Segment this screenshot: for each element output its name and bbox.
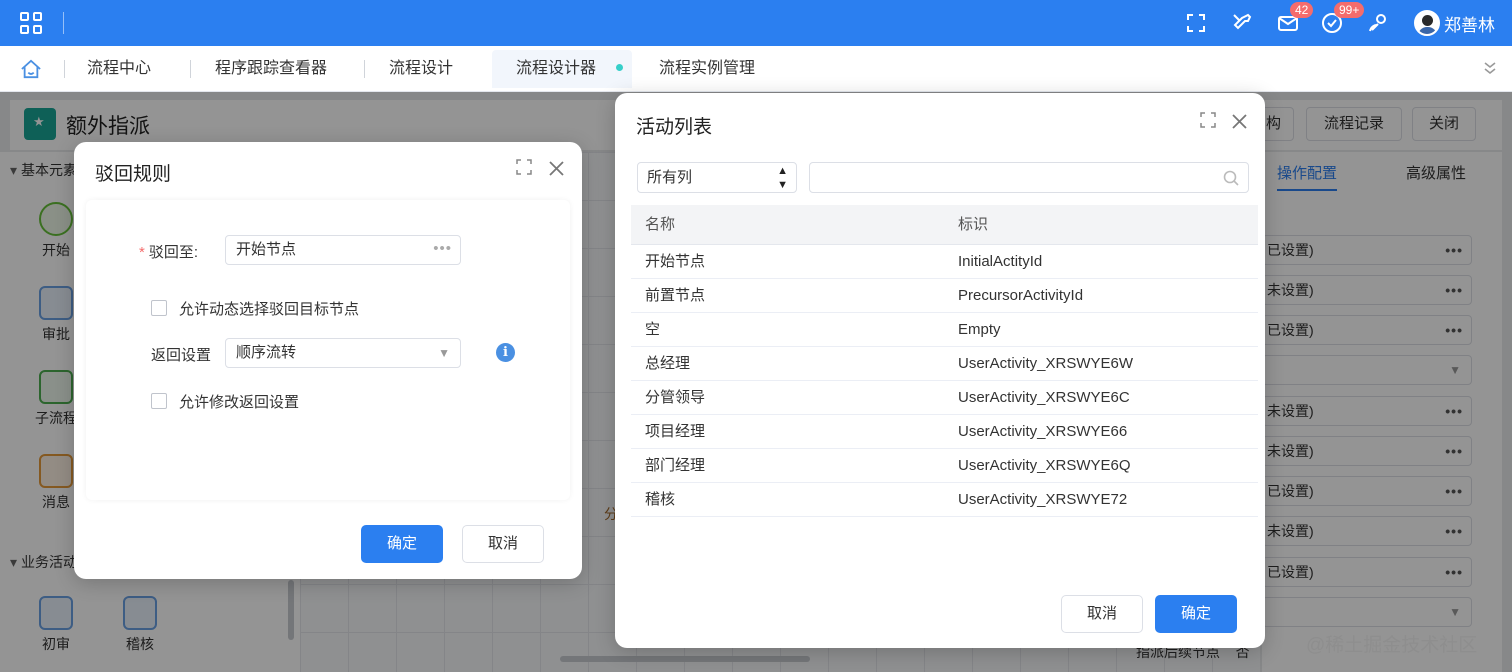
- cell-name: 开始节点: [645, 253, 706, 270]
- table-row[interactable]: 项目经理 UserActivity_XRSWYE66: [631, 415, 1258, 449]
- allow-modify-checkbox[interactable]: [151, 393, 167, 409]
- dynamic-select-checkbox[interactable]: [151, 300, 167, 316]
- reject-to-field[interactable]: 开始节点 •••: [225, 235, 461, 265]
- close-icon[interactable]: [1231, 113, 1248, 130]
- dynamic-select-label: 允许动态选择驳回目标节点: [179, 301, 360, 318]
- return-setting-value: 顺序流转: [236, 344, 297, 361]
- cell-id: UserActivity_XRSWYE6W: [958, 355, 1134, 372]
- username: 郑善林: [1444, 15, 1495, 35]
- cell-name: 空: [645, 321, 661, 338]
- user-menu[interactable]: 郑善林: [1414, 9, 1495, 37]
- active-tab-dot: [616, 64, 623, 71]
- table-row[interactable]: 稽核 UserActivity_XRSWYE72: [631, 483, 1258, 517]
- caret-down-icon: ▼: [438, 346, 450, 360]
- top-bar: 42 99+ 郑善林: [0, 0, 1512, 46]
- cell-id: UserActivity_XRSWYE6Q: [958, 457, 1131, 474]
- avatar: [1414, 10, 1440, 36]
- cell-name: 分管领导: [645, 389, 706, 406]
- return-setting-select[interactable]: 顺序流转 ▼: [225, 338, 461, 368]
- cell-name: 前置节点: [645, 287, 706, 304]
- fullscreen-icon[interactable]: [1184, 11, 1208, 35]
- more-icon[interactable]: •••: [433, 235, 452, 263]
- required-mark: *: [139, 244, 145, 261]
- table-row[interactable]: 部门经理 UserActivity_XRSWYE6Q: [631, 449, 1258, 483]
- sort-arrows-icon: ▲ ▼: [777, 165, 788, 191]
- apps-grid-icon[interactable]: [20, 12, 42, 34]
- tab-process-center[interactable]: 流程中心: [87, 50, 151, 88]
- cell-id: Empty: [958, 321, 1001, 338]
- cell-name: 稽核: [645, 491, 676, 508]
- tab-instance-management[interactable]: 流程实例管理: [659, 50, 755, 88]
- column-filter-select[interactable]: 所有列 ▲ ▼: [637, 162, 797, 193]
- search-input[interactable]: [809, 162, 1249, 193]
- watermark: @稀土掘金技术社区: [1306, 635, 1478, 656]
- dialog-title: 活动列表: [636, 117, 713, 138]
- cell-name: 总经理: [645, 355, 691, 372]
- search-icon: [1223, 170, 1239, 186]
- cancel-button[interactable]: 取消: [1061, 595, 1143, 633]
- reject-to-label: * 驳回至:: [139, 241, 198, 262]
- cell-id: UserActivity_XRSWYE6C: [958, 389, 1130, 406]
- cell-id: UserActivity_XRSWYE72: [958, 491, 1128, 508]
- cell-id: UserActivity_XRSWYE66: [958, 423, 1128, 440]
- allow-modify-label: 允许修改返回设置: [179, 394, 300, 411]
- close-icon[interactable]: [548, 160, 565, 177]
- user-search-icon[interactable]: [1366, 11, 1390, 35]
- reject-to-value: 开始节点: [236, 241, 297, 258]
- tab-trace-viewer[interactable]: 程序跟踪查看器: [215, 50, 327, 88]
- info-icon[interactable]: i: [496, 343, 515, 362]
- column-filter-value: 所有列: [647, 169, 693, 186]
- reject-to-label-text: 驳回至:: [148, 244, 199, 261]
- divider: [64, 60, 65, 78]
- cell-name: 项目经理: [645, 423, 706, 440]
- cell-id: PrecursorActivityId: [958, 287, 1084, 304]
- tab-process-design[interactable]: 流程设计: [389, 50, 453, 88]
- home-icon[interactable]: [20, 59, 42, 79]
- ok-button[interactable]: 确定: [361, 525, 443, 563]
- mail-badge: 42: [1290, 2, 1314, 18]
- double-chevron-down-icon[interactable]: [1482, 58, 1498, 78]
- divider: [63, 12, 64, 34]
- divider: [190, 60, 191, 78]
- table-row[interactable]: 空 Empty: [631, 313, 1258, 347]
- dialog-title: 驳回规则: [95, 164, 172, 185]
- column-header-id[interactable]: 标识: [958, 205, 988, 245]
- cell-id: InitialActityId: [958, 253, 1043, 270]
- table-row[interactable]: 前置节点 PrecursorActivityId: [631, 279, 1258, 313]
- ok-button[interactable]: 确定: [1155, 595, 1237, 633]
- tools-icon[interactable]: [1230, 11, 1254, 35]
- table-row[interactable]: 开始节点 InitialActityId: [631, 245, 1258, 279]
- cancel-button[interactable]: 取消: [462, 525, 544, 563]
- divider: [364, 60, 365, 78]
- maximize-icon[interactable]: [515, 158, 533, 176]
- tab-process-designer[interactable]: 流程设计器: [492, 50, 632, 88]
- activity-table: 名称 标识 开始节点 InitialActityId 前置节点 PrecursorA…: [631, 205, 1258, 517]
- table-header: 名称 标识: [631, 205, 1258, 245]
- table-row[interactable]: 分管领导 UserActivity_XRSWYE6C: [631, 381, 1258, 415]
- tasks-button[interactable]: 99+: [1320, 2, 1365, 35]
- task-badge: 99+: [1334, 2, 1365, 18]
- maximize-icon[interactable]: [1199, 111, 1217, 129]
- return-setting-label: 返回设置: [151, 347, 212, 364]
- cell-name: 部门经理: [645, 457, 706, 474]
- column-header-name[interactable]: 名称: [645, 205, 675, 245]
- table-row[interactable]: 总经理 UserActivity_XRSWYE6W: [631, 347, 1258, 381]
- mail-button[interactable]: 42: [1276, 2, 1314, 35]
